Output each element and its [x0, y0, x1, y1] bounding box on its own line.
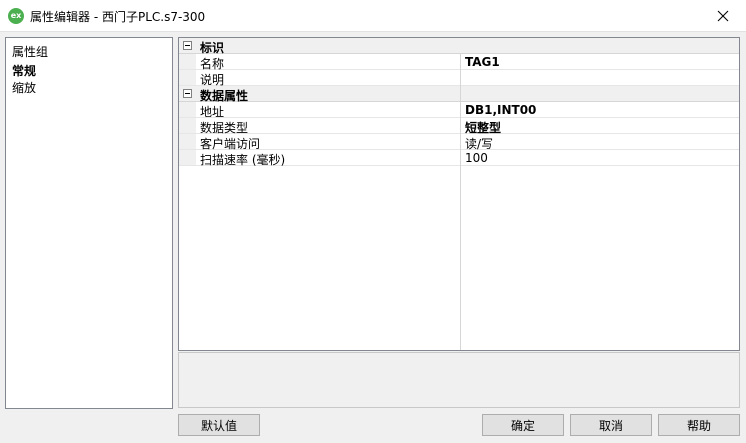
row-gutter	[179, 102, 196, 117]
column-divider[interactable]	[460, 54, 461, 350]
property-row-scan-rate[interactable]: 扫描速率 (毫秒) 100	[179, 150, 739, 167]
row-gutter	[179, 150, 196, 165]
property-row-address[interactable]: 地址 DB1,INT00	[179, 102, 739, 119]
category-row-identification: 标识	[179, 38, 739, 55]
default-value-button[interactable]: 默认值	[178, 414, 260, 436]
window-title: 属性编辑器 - 西门子PLC.s7-300	[30, 10, 206, 24]
property-row-data-type[interactable]: 数据类型 短整型	[179, 118, 739, 135]
ok-button[interactable]: 确定	[482, 414, 564, 436]
app-logo-icon: ex	[8, 8, 24, 24]
close-icon	[717, 10, 729, 21]
close-button[interactable]	[700, 0, 746, 31]
category-row-data-properties: 数据属性	[179, 86, 739, 103]
collapse-toggle-icon[interactable]	[183, 89, 192, 98]
description-panel	[178, 352, 740, 408]
property-grid: 标识 名称 TAG1 说明 数据属性 地址 DB1,INT00 数据类型 短整型…	[178, 37, 740, 351]
title-bar: ex 属性编辑器 - 西门子PLC.s7-300	[0, 0, 746, 32]
group-item-general[interactable]: 常规	[12, 62, 36, 79]
collapse-toggle-icon[interactable]	[183, 41, 192, 50]
row-gutter	[179, 70, 196, 85]
property-value-scan-rate[interactable]: 100	[465, 151, 488, 165]
row-gutter	[179, 118, 196, 133]
property-row-name[interactable]: 名称 TAG1	[179, 54, 739, 71]
property-row-client-access[interactable]: 客户端访问 读/写	[179, 134, 739, 151]
property-group-header: 属性组	[12, 45, 49, 59]
group-item-scaling[interactable]: 缩放	[12, 79, 36, 96]
property-value-address[interactable]: DB1,INT00	[465, 103, 536, 117]
help-button[interactable]: 帮助	[658, 414, 740, 436]
property-value-name[interactable]: TAG1	[465, 55, 500, 69]
row-gutter	[179, 134, 196, 149]
property-group-panel: 属性组 常规 缩放	[5, 37, 173, 409]
row-gutter	[179, 54, 196, 69]
property-row-description[interactable]: 说明	[179, 70, 739, 87]
property-name: 扫描速率 (毫秒)	[200, 153, 286, 167]
cancel-button[interactable]: 取消	[570, 414, 652, 436]
